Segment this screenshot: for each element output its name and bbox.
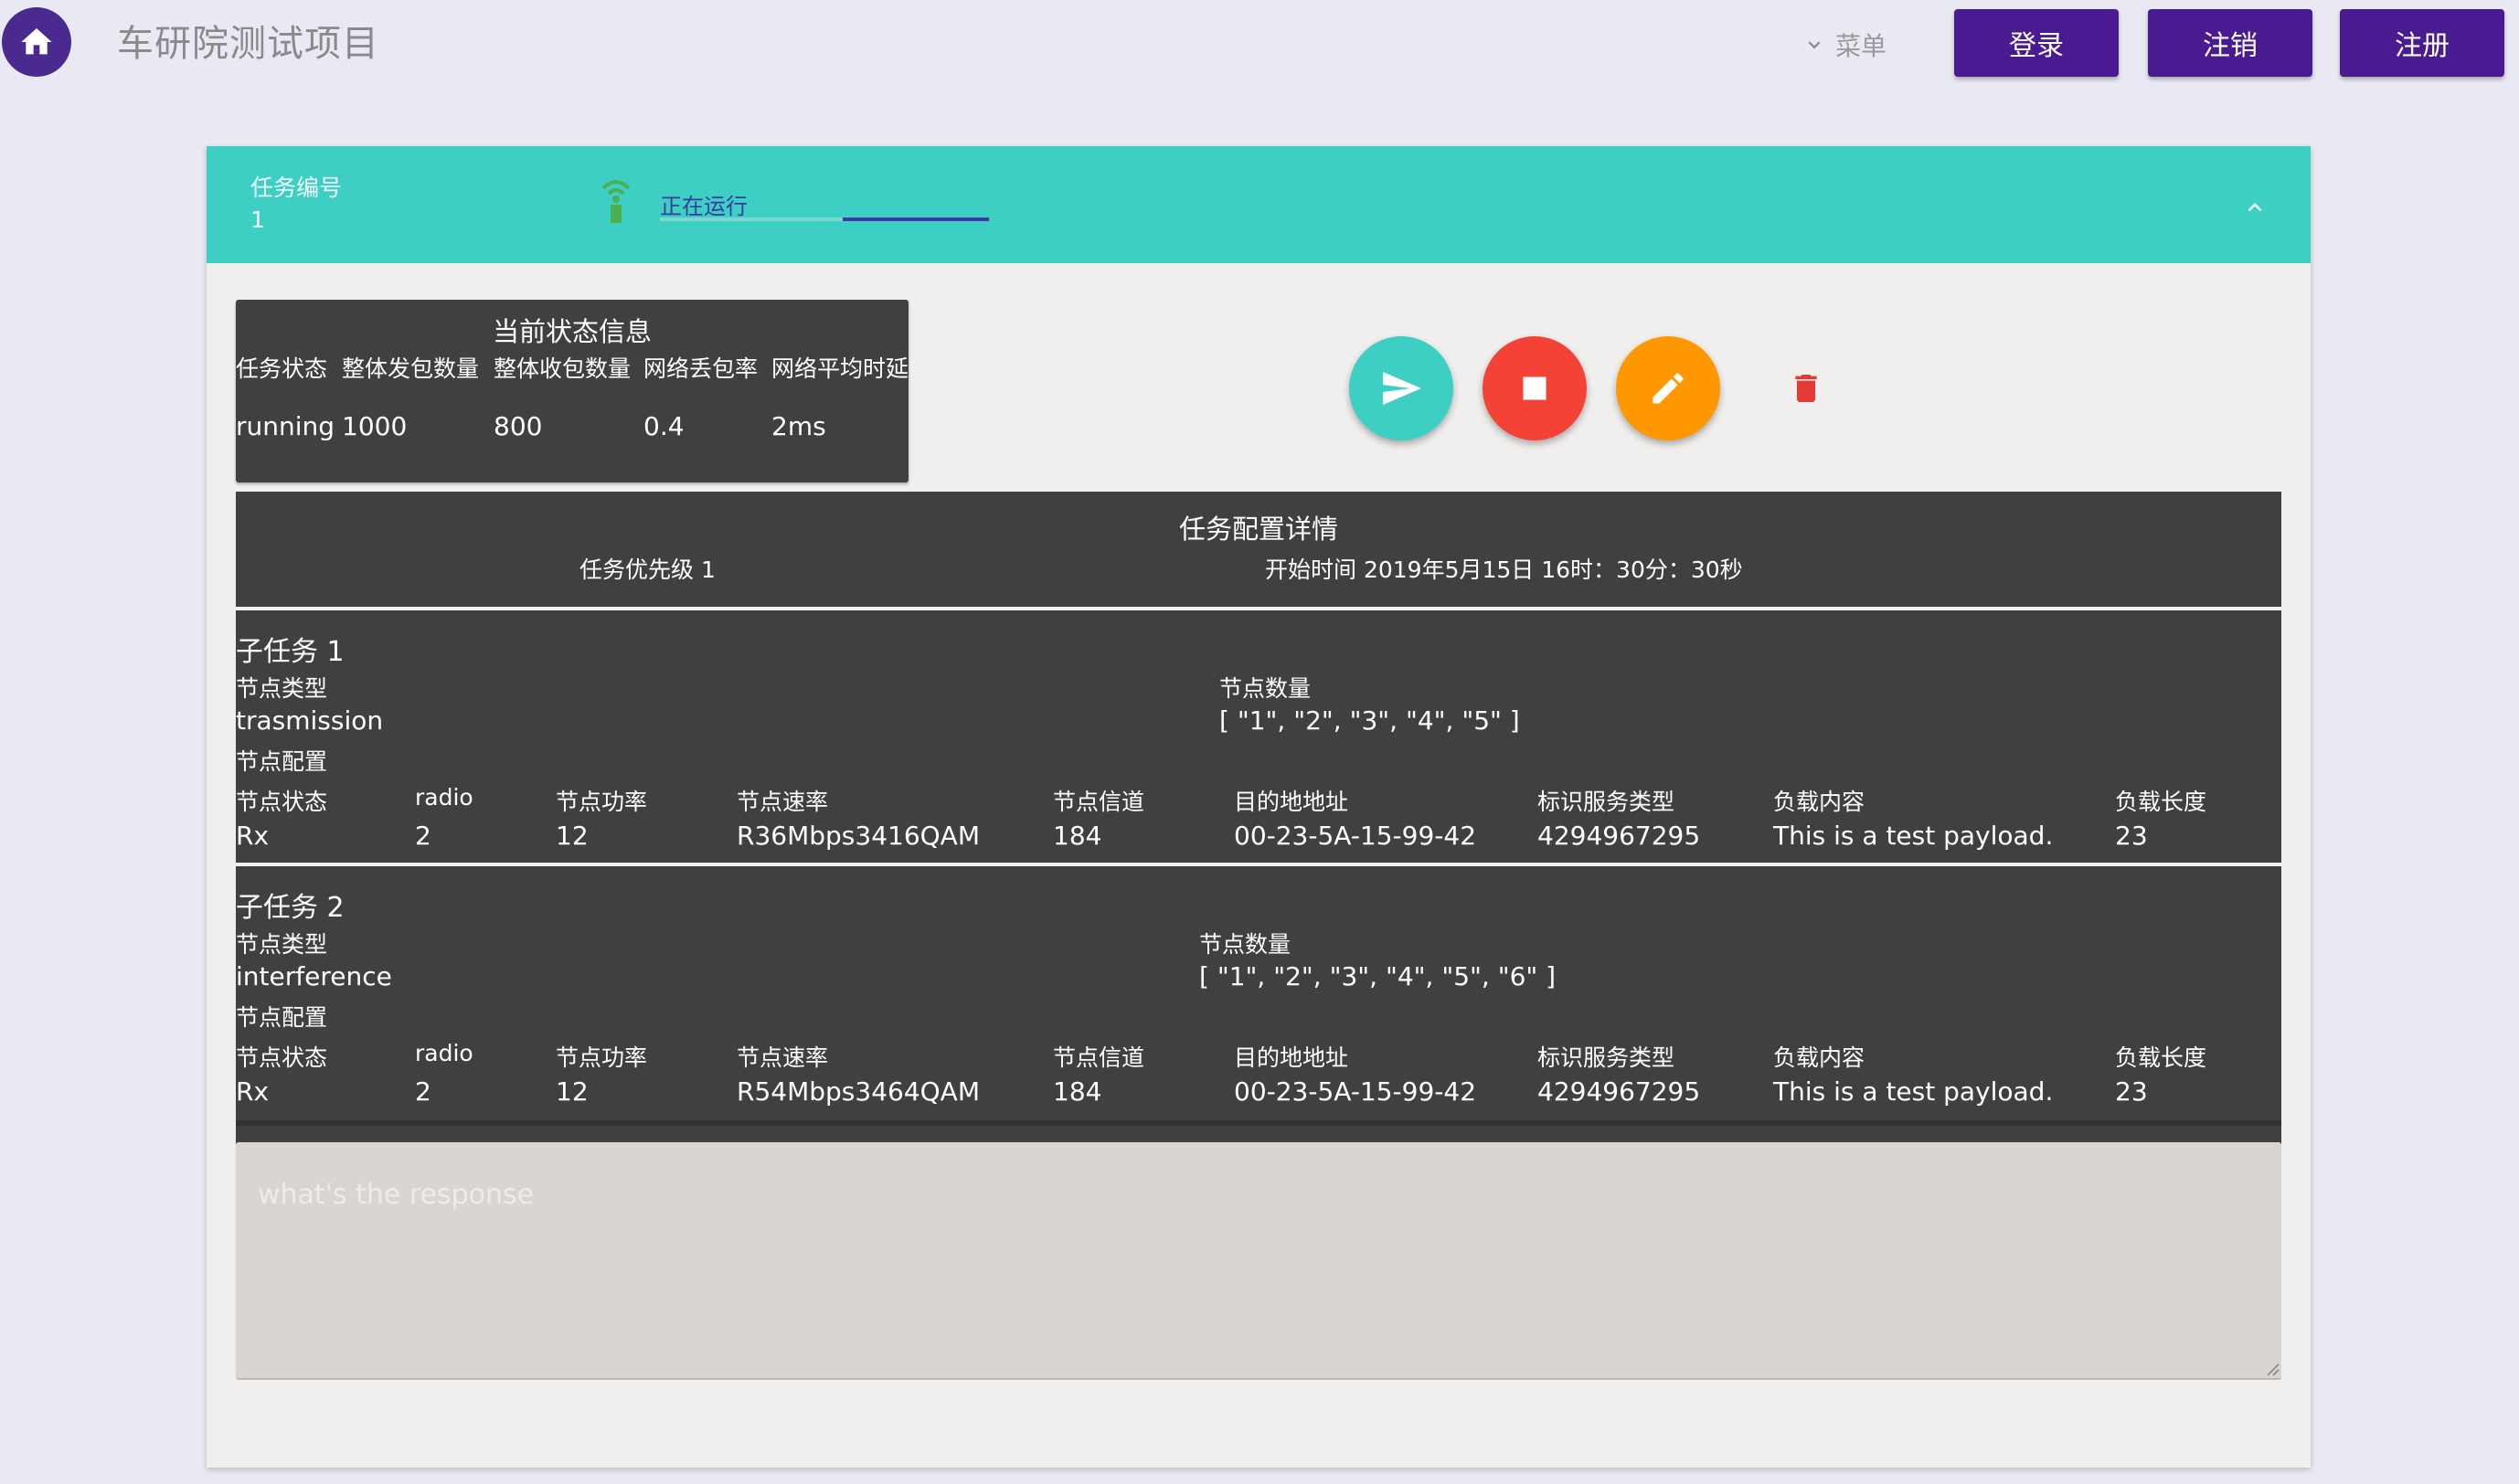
cell-node-channel: 184 (1053, 821, 1102, 851)
status-header-loss: 网络丢包率 (643, 355, 759, 382)
status-value-received: 800 (494, 411, 543, 441)
cell-payload: This is a test payload. (1773, 1076, 2054, 1107)
col-node-rate: 节点速率 (737, 1044, 829, 1071)
node-type-label: 节点类型 (236, 931, 328, 958)
cell-node-power: 12 (556, 1076, 589, 1107)
config-detail-title: 任务配置详情 (1178, 514, 1338, 545)
task-id-label: 任务编号 (250, 175, 343, 201)
cell-dest-address: 00-23-5A-15-99-42 (1234, 821, 1477, 851)
cell-node-rate: R54Mbps3464QAM (737, 1076, 980, 1107)
home-button[interactable] (2, 7, 71, 77)
cell-payload: This is a test payload. (1773, 821, 2054, 851)
task-status-text: 正在运行 (660, 194, 748, 219)
task-card-header[interactable]: 任务编号 1 正在运行 (207, 146, 2311, 263)
resize-handle-icon[interactable] (2263, 1360, 2280, 1376)
cell-service-type: 4294967295 (1537, 821, 1701, 851)
node-config-label: 节点配置 (236, 748, 328, 775)
status-header-state: 任务状态 (236, 355, 328, 382)
cell-node-state: Rx (236, 1076, 270, 1107)
node-count-value: [ "1", "2", "3", "4", "5", "6" ] (1199, 961, 1557, 991)
cell-node-channel: 184 (1053, 1076, 1102, 1107)
status-value-state: running (236, 411, 335, 441)
col-node-channel: 节点信道 (1053, 1044, 1145, 1071)
home-icon (21, 28, 52, 55)
node-type-label: 节点类型 (236, 675, 328, 702)
stop-button[interactable] (1483, 336, 1587, 440)
edit-icon (1653, 373, 1684, 404)
col-payload: 负载内容 (1773, 789, 1865, 815)
col-node-state: 节点状态 (236, 789, 328, 815)
send-icon (1383, 372, 1421, 405)
status-info-panel: 当前状态信息 任务状态 整体发包数量 整体收包数量 网络丢包率 网络平均时延 r… (236, 300, 909, 482)
col-radio: radio (415, 1040, 473, 1066)
task-id-value: 1 (250, 207, 265, 233)
task-start-time: 开始时间 2019年5月15日 16时：30分：30秒 (1265, 556, 1743, 583)
cell-payload-length: 23 (2115, 821, 2148, 851)
status-info-title: 当前状态信息 (492, 316, 652, 347)
node-config-label: 节点配置 (236, 1004, 328, 1031)
col-payload: 负载内容 (1773, 1044, 1865, 1071)
task-priority: 任务优先级 1 (579, 556, 716, 583)
col-node-state: 节点状态 (236, 1044, 328, 1071)
stop-icon (1523, 376, 1546, 400)
col-service-type: 标识服务类型 (1537, 789, 1675, 815)
status-value-loss: 0.4 (643, 411, 685, 441)
subtask-title: 子任务 2 (236, 892, 345, 924)
login-button[interactable]: 登录 (1954, 9, 2119, 77)
edit-button[interactable] (1616, 336, 1720, 440)
cell-payload-length: 23 (2115, 1076, 2148, 1107)
app-title: 车研院测试项目 (117, 23, 379, 65)
task-card: 任务编号 1 正在运行 当前状态信息 任务状态 整体发包数量 整体收包数量 网络… (207, 146, 2311, 1468)
col-node-power: 节点功率 (556, 789, 648, 815)
node-count-value: [ "1", "2", "3", "4", "5" ] (1219, 705, 1520, 736)
node-count-label: 节点数量 (1199, 931, 1291, 958)
node-type-value: trasmission (236, 705, 384, 736)
col-dest-address: 目的地地址 (1234, 789, 1349, 815)
cell-node-state: Rx (236, 821, 270, 851)
register-button[interactable]: 注册 (2340, 9, 2504, 77)
col-dest-address: 目的地地址 (1234, 1044, 1349, 1071)
task-progress-bar (660, 217, 989, 221)
status-header-latency: 网络平均时延 (771, 355, 909, 382)
node-count-label: 节点数量 (1219, 675, 1312, 702)
status-value-sent: 1000 (342, 411, 408, 441)
send-button[interactable] (1349, 336, 1453, 440)
chevron-up-icon[interactable] (2241, 194, 2269, 221)
status-header-received: 整体收包数量 (494, 355, 632, 382)
status-header-sent: 整体发包数量 (342, 355, 480, 382)
task-progress-indicator (843, 217, 989, 221)
cell-dest-address: 00-23-5A-15-99-42 (1234, 1076, 1477, 1107)
col-node-channel: 节点信道 (1053, 789, 1145, 815)
response-placeholder: what's the response (258, 1179, 535, 1211)
cell-node-power: 12 (556, 821, 589, 851)
cell-node-rate: R36Mbps3416QAM (737, 821, 980, 851)
logout-button[interactable]: 注销 (2148, 9, 2312, 77)
col-radio: radio (415, 784, 473, 811)
cell-radio: 2 (415, 1076, 431, 1107)
response-textarea[interactable]: what's the response (236, 1142, 2281, 1380)
node-type-value: interference (236, 961, 392, 991)
col-service-type: 标识服务类型 (1537, 1044, 1675, 1071)
col-node-rate: 节点速率 (737, 789, 829, 815)
menu-dropdown[interactable]: 菜单 (1802, 24, 1887, 66)
col-payload-length: 负载长度 (2115, 789, 2207, 815)
chevron-down-icon (1808, 41, 1821, 49)
cell-radio: 2 (415, 821, 431, 851)
cell-service-type: 4294967295 (1537, 1076, 1701, 1107)
subtask-panel: 子任务 1 节点类型 trasmission 节点数量 [ "1", "2", … (236, 610, 2281, 863)
delete-icon[interactable] (1788, 367, 1824, 409)
status-value-latency: 2ms (771, 411, 826, 441)
menu-label: 菜单 (1835, 31, 1887, 61)
col-node-power: 节点功率 (556, 1044, 648, 1071)
subtask-title: 子任务 1 (236, 636, 345, 668)
col-payload-length: 负载长度 (2115, 1044, 2207, 1071)
wifi-tethering-icon (601, 180, 631, 223)
config-detail-panel: 任务配置详情 任务优先级 1 开始时间 2019年5月15日 16时：30分：3… (236, 492, 2281, 607)
